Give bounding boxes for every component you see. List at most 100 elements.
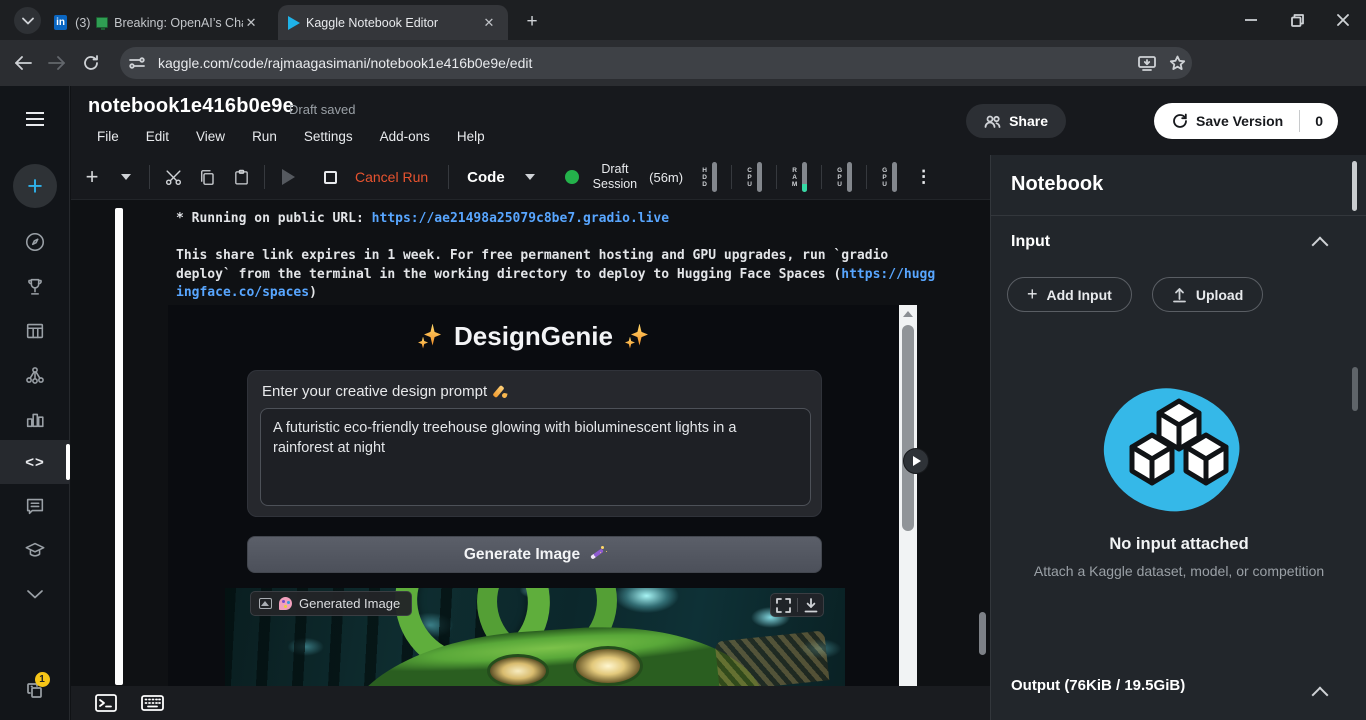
sidebar-item-benchmarks[interactable]	[0, 399, 70, 439]
active-events-button[interactable]: 1	[0, 670, 70, 710]
cell-type-selector[interactable]: Code	[467, 169, 505, 186]
add-cell-button[interactable]: +	[75, 164, 109, 190]
bookmark-star-icon[interactable]	[1162, 48, 1192, 78]
menu-addons[interactable]: Add-ons	[380, 129, 430, 144]
sidebar-item-models[interactable]	[0, 355, 70, 395]
sidebar-item-learn[interactable]	[0, 530, 70, 570]
keyboard-shortcuts-icon[interactable]	[141, 695, 164, 711]
gradio-scroll-thumb[interactable]	[902, 325, 914, 531]
run-cell-icon[interactable]	[271, 169, 305, 185]
kaggle-sidebar: + <> 1	[0, 86, 70, 720]
image-window	[573, 646, 643, 686]
sidebar-item-discussions[interactable]	[0, 486, 70, 526]
sidebar-item-competitions[interactable]	[0, 267, 70, 307]
gradio-live-link[interactable]: https://ae21498a25079c8be7.gradio.live	[372, 211, 669, 226]
menu-file[interactable]: File	[97, 129, 119, 144]
sidebar-item-code[interactable]: <>	[0, 440, 70, 484]
image-bridge	[714, 630, 830, 686]
cell-type-dropdown-icon[interactable]	[513, 174, 547, 180]
paste-cell-icon[interactable]	[224, 168, 258, 187]
menu-settings[interactable]: Settings	[304, 129, 353, 144]
new-tab-button[interactable]: +	[518, 8, 546, 36]
omnibox[interactable]: kaggle.com/code/rajmaagasimani/notebook1…	[120, 47, 1192, 79]
scroll-up-arrow[interactable]	[903, 311, 913, 317]
active-events-badge: 1	[34, 671, 50, 687]
notebook-side-panel: Notebook Input + Add Input Upload No inp…	[990, 155, 1366, 720]
menu-help[interactable]: Help	[457, 129, 485, 144]
notebook-toolbar: + Cancel Run Code Draft Session (56m) HD…	[71, 155, 990, 200]
fullscreen-icon[interactable]	[776, 597, 791, 613]
cancel-run-button[interactable]: Cancel Run	[355, 169, 428, 185]
url-text[interactable]: kaggle.com/code/rajmaagasimani/notebook1…	[158, 55, 532, 71]
sidebar-more-icon[interactable]	[0, 574, 70, 614]
add-cell-dropdown-icon[interactable]	[109, 174, 143, 180]
menu-hamburger-icon[interactable]	[26, 112, 44, 126]
upload-button[interactable]: Upload	[1151, 277, 1264, 312]
image-icon	[259, 598, 272, 609]
output-section-title[interactable]: Output (76KiB / 19.5GiB)	[1011, 677, 1185, 694]
collapse-input-icon[interactable]	[1311, 236, 1329, 254]
panel-scroll-thumb[interactable]	[1352, 367, 1358, 411]
close-window-button[interactable]	[1320, 0, 1366, 40]
session-status-dot	[564, 170, 579, 184]
palette-icon	[279, 597, 292, 610]
tab-search-button[interactable]	[14, 7, 41, 34]
share-button[interactable]: Share	[966, 104, 1066, 138]
cut-cell-icon[interactable]	[156, 168, 190, 187]
tab-linkedin[interactable]: in (3) Breaking: OpenAI’s ChatG ✕	[44, 5, 269, 40]
site-settings-icon[interactable]	[120, 56, 154, 70]
stop-icon[interactable]	[313, 170, 347, 184]
save-version-label: Save Version	[1196, 113, 1284, 129]
gradio-scrollbar[interactable]	[899, 305, 917, 686]
generate-image-button[interactable]: Generate Image	[247, 536, 822, 573]
writing-hand-icon	[494, 384, 509, 399]
save-version-group: Save Version 0	[1154, 103, 1338, 139]
tab-kaggle[interactable]: Kaggle Notebook Editor ✕	[278, 5, 508, 40]
back-button[interactable]	[6, 46, 40, 80]
content-scroll-thumb[interactable]	[979, 612, 986, 655]
cell-scrollbar[interactable]	[115, 208, 123, 685]
expand-panel-button[interactable]	[903, 448, 929, 474]
download-image-icon[interactable]	[804, 597, 818, 613]
forward-button[interactable]	[40, 46, 74, 80]
cpu-monitor: CPU	[746, 162, 763, 192]
menu-edit[interactable]: Edit	[146, 129, 169, 144]
install-app-icon[interactable]	[1132, 48, 1162, 78]
no-input-title: No input attached	[1109, 535, 1249, 553]
collapse-output-icon[interactable]	[1311, 686, 1329, 704]
no-input-subtitle: Attach a Kaggle dataset, model, or compe…	[1033, 563, 1325, 579]
minimize-button[interactable]	[1228, 0, 1274, 40]
share-label: Share	[1009, 113, 1048, 129]
generated-image[interactable]: Generated Image	[225, 588, 845, 686]
version-count-button[interactable]: 0	[1299, 110, 1338, 132]
cell-output-text: * Running on public URL: https://ae21498…	[176, 211, 936, 300]
kaggle-favicon	[288, 15, 300, 30]
panel-scroll-thumb[interactable]	[1352, 161, 1357, 211]
reload-button[interactable]	[74, 46, 108, 80]
tab-close-icon[interactable]: ✕	[480, 14, 498, 32]
tab-close-icon[interactable]: ✕	[243, 14, 259, 32]
sidebar-item-datasets[interactable]	[0, 311, 70, 351]
copy-cell-icon[interactable]	[190, 168, 224, 187]
menu-run[interactable]: Run	[252, 129, 277, 144]
sparkles-icon	[418, 323, 442, 350]
menu-view[interactable]: View	[196, 129, 225, 144]
toolbar-more-icon[interactable]: ⋮	[915, 167, 932, 187]
session-time: (56m)	[649, 169, 684, 185]
prompt-textarea[interactable]: A futuristic eco-friendly treehouse glow…	[260, 408, 811, 506]
add-input-button[interactable]: + Add Input	[1007, 277, 1132, 312]
magic-wand-icon	[588, 546, 605, 563]
prompt-label: Enter your creative design prompt	[262, 383, 509, 400]
sparkles-icon	[624, 323, 649, 350]
notebook-title[interactable]: notebook1e416b0e9e	[88, 95, 294, 118]
restore-button[interactable]	[1274, 0, 1320, 40]
no-input-illustration	[1096, 380, 1254, 520]
sidebar-item-home[interactable]	[0, 222, 70, 262]
create-button[interactable]: +	[13, 164, 57, 208]
panel-title: Notebook	[1011, 173, 1104, 195]
save-version-button[interactable]: Save Version	[1154, 103, 1299, 139]
notebook-header: notebook1e416b0e9e Draft saved File Edit…	[71, 86, 1366, 155]
console-icon[interactable]	[95, 694, 117, 712]
image-controls	[770, 593, 824, 617]
tab-unread-badge: (3)	[75, 15, 91, 30]
